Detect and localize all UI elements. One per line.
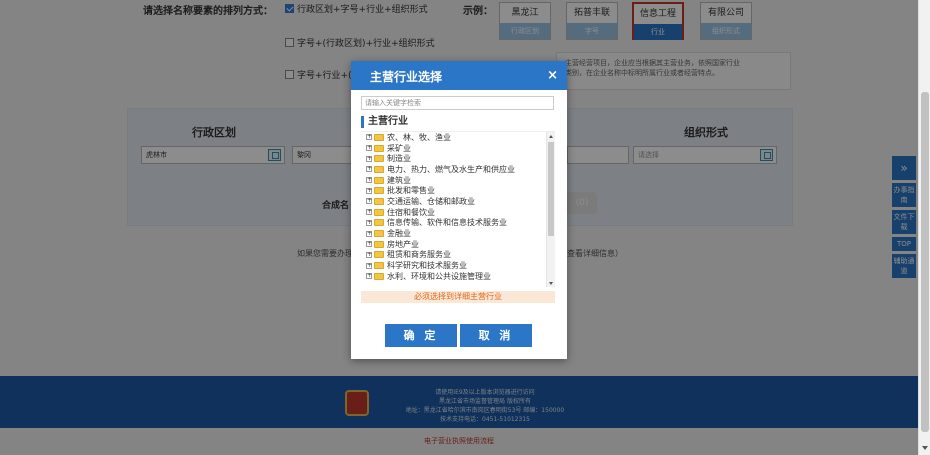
tree-item[interactable]: + 农、林、牧、渔业: [361, 132, 555, 143]
hint-bar: 必须选择到详细主营行业: [361, 291, 555, 303]
confirm-button[interactable]: 确 定: [385, 324, 457, 347]
tree-item-label: 房地产业: [387, 239, 419, 249]
tree-item[interactable]: + 电力、热力、燃气及水生产和供应业: [361, 164, 555, 175]
expand-plus-icon[interactable]: +: [366, 166, 372, 173]
tree-item-label: 科学研究和技术服务业: [387, 261, 467, 271]
tree-item-label: 采矿业: [387, 143, 411, 153]
expand-plus-icon[interactable]: +: [366, 273, 372, 280]
folder-icon: [374, 219, 384, 227]
industry-search-input[interactable]: [361, 96, 554, 110]
modal-header: 主营行业选择 ×: [351, 61, 567, 90]
expand-plus-icon[interactable]: +: [366, 241, 372, 248]
tree-item[interactable]: + 交通运输、仓储和邮政业: [361, 196, 555, 207]
folder-icon: [374, 272, 384, 280]
tree-item[interactable]: + 科学研究和技术服务业: [361, 260, 555, 271]
tree-item-label: 批发和零售业: [387, 186, 435, 196]
tree-item[interactable]: + 水利、环境和公共设施管理业: [361, 271, 555, 282]
expand-plus-icon[interactable]: +: [366, 198, 372, 205]
tree-item-label: 租赁和商务服务业: [387, 250, 451, 260]
tree-item-label: 信息传输、软件和信息技术服务业: [387, 218, 507, 228]
scrollbar-thumb[interactable]: [921, 92, 929, 432]
tree-item-label: 交通运输、仓储和邮政业: [387, 196, 475, 206]
folder-icon: [374, 262, 384, 270]
tree-item-label: 金融业: [387, 229, 411, 239]
expand-plus-icon[interactable]: +: [366, 251, 372, 258]
folder-icon: [374, 240, 384, 248]
section-title: 主营行业: [361, 116, 408, 128]
tree-item[interactable]: + 租赁和商务服务业: [361, 250, 555, 261]
page-scrollbar[interactable]: [918, 0, 930, 455]
folder-icon: [374, 176, 384, 184]
industry-select-modal: 主营行业选择 × 主营行业 + 农、林、牧、渔业 + 采矿业 + 制造业 + 电力、热力…: [351, 61, 567, 359]
folder-icon: [374, 230, 384, 238]
close-icon[interactable]: ×: [547, 68, 558, 83]
tree-item-label: 水利、环境和公共设施管理业: [387, 271, 491, 281]
tree-item-label: 住宿和餐饮业: [387, 207, 435, 217]
expand-plus-icon[interactable]: +: [366, 230, 372, 237]
cancel-button[interactable]: 取 消: [460, 324, 532, 347]
folder-icon: [374, 144, 384, 152]
tree-item[interactable]: + 采矿业: [361, 143, 555, 154]
folder-icon: [374, 165, 384, 173]
tree-scrollbar-thumb[interactable]: [548, 142, 554, 236]
folder-icon: [374, 197, 384, 205]
tree-item[interactable]: + 制造业: [361, 153, 555, 164]
expand-plus-icon[interactable]: +: [366, 209, 372, 216]
modal-title: 主营行业选择: [370, 70, 443, 84]
tree-item[interactable]: + 金融业: [361, 228, 555, 239]
expand-plus-icon[interactable]: +: [366, 134, 372, 141]
tree-item[interactable]: + 建筑业: [361, 175, 555, 186]
industry-tree[interactable]: + 农、林、牧、渔业 + 采矿业 + 制造业 + 电力、热力、燃气及水生产和供应业 + 建…: [361, 131, 555, 287]
folder-icon: [374, 155, 384, 163]
tree-item-label: 制造业: [387, 154, 411, 164]
folder-icon: [374, 133, 384, 141]
expand-plus-icon[interactable]: +: [366, 145, 372, 152]
scroll-down-icon[interactable]: [549, 282, 553, 285]
expand-plus-icon[interactable]: +: [366, 187, 372, 194]
tree-item[interactable]: + 信息传输、软件和信息技术服务业: [361, 218, 555, 229]
expand-plus-icon[interactable]: +: [366, 177, 372, 184]
expand-plus-icon[interactable]: +: [366, 155, 372, 162]
tree-item-label: 建筑业: [387, 175, 411, 185]
tree-item[interactable]: + 房地产业: [361, 239, 555, 250]
tree-item[interactable]: + 住宿和餐饮业: [361, 207, 555, 218]
tree-item-label: 电力、热力、燃气及水生产和供应业: [387, 164, 515, 174]
expand-plus-icon[interactable]: +: [366, 219, 372, 226]
tree-item-label: 农、林、牧、渔业: [387, 132, 451, 142]
tree-scrollbar[interactable]: [546, 132, 555, 287]
scroll-down-icon[interactable]: [922, 446, 928, 450]
tree-item[interactable]: + 批发和零售业: [361, 185, 555, 196]
folder-icon: [374, 187, 384, 195]
folder-icon: [374, 251, 384, 259]
folder-icon: [374, 208, 384, 216]
scroll-up-icon[interactable]: [549, 135, 553, 138]
expand-plus-icon[interactable]: +: [366, 262, 372, 269]
